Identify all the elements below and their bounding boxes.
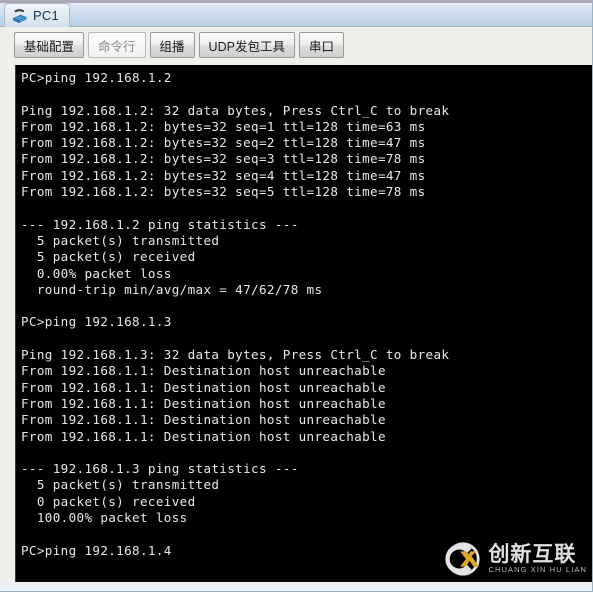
terminal-line: From 192.168.1.1: Destination host unrea… (21, 379, 386, 395)
terminal-line: 0.00% packet loss (21, 265, 172, 281)
window-title-text: PC1 (33, 8, 59, 23)
terminal-line: Ping 192.168.1.2: 32 data bytes, Press C… (21, 102, 450, 118)
window-title-tab[interactable]: PC1 (4, 3, 70, 27)
terminal-line: From 192.168.1.2: bytes=32 seq=3 ttl=128… (21, 151, 426, 167)
window-bottom-strip (0, 582, 592, 591)
tab-command-line[interactable]: 命令行 (88, 32, 146, 58)
terminal-line: round-trip min/avg/max = 47/62/78 ms (21, 281, 323, 297)
tab-multicast[interactable]: 组播 (149, 32, 195, 58)
terminal-line: 5 packet(s) transmitted (21, 477, 220, 493)
terminal-line: From 192.168.1.2: bytes=32 seq=1 ttl=128… (21, 118, 426, 134)
tab-strip: 基础配置 命令行 组播 UDP发包工具 串口 (0, 27, 592, 64)
terminal-line: 0 packet(s) received (21, 493, 196, 509)
terminal-frame: PC>ping 192.168.1.2 Ping 192.168.1.2: 32… (0, 62, 592, 584)
terminal-line: From 192.168.1.1: Destination host unrea… (21, 363, 386, 379)
terminal-line: 5 packet(s) transmitted (21, 232, 220, 248)
watermark-pinyin: CHUANG XIN HU LIAN (488, 565, 587, 574)
terminal-line: PC>ping 192.168.1.4 (21, 542, 172, 558)
terminal-line: PC>ping 192.168.1.2 (21, 70, 172, 85)
tab-basic-config[interactable]: 基础配置 (14, 32, 85, 58)
terminal-line: 5 packet(s) received (21, 249, 196, 265)
terminal-line: --- 192.168.1.2 ping statistics --- (21, 216, 299, 232)
tab-label: 串口 (308, 39, 334, 54)
tab-serial-port[interactable]: 串口 (298, 32, 344, 58)
pc-device-icon (12, 8, 27, 23)
terminal-line: PC>ping 192.168.1.3 (21, 314, 172, 330)
tab-strip-inner: 基础配置 命令行 组播 UDP发包工具 串口 (14, 32, 348, 58)
terminal-console[interactable]: PC>ping 192.168.1.2 Ping 192.168.1.2: 32… (15, 65, 592, 582)
tab-label: 组播 (159, 39, 185, 54)
terminal-line: From 192.168.1.2: bytes=32 seq=2 ttl=128… (21, 135, 426, 151)
terminal-line: From 192.168.1.1: Destination host unrea… (21, 395, 386, 411)
tab-udp-packet-tool[interactable]: UDP发包工具 (198, 32, 295, 58)
tab-label: 命令行 (98, 39, 136, 54)
tab-label: 基础配置 (24, 39, 75, 54)
pc1-console-window: PC1 基础配置 命令行 组播 UDP发包工具 串口 PC>ping 192.1… (0, 0, 593, 592)
terminal-line: From 192.168.1.2: bytes=32 seq=5 ttl=128… (21, 184, 426, 200)
terminal-line: --- 192.168.1.3 ping statistics --- (21, 461, 299, 477)
terminal-line: From 192.168.1.1: Destination host unrea… (21, 412, 386, 428)
terminal-line: From 192.168.1.2: bytes=32 seq=4 ttl=128… (21, 167, 426, 183)
window-titlebar: PC1 (0, 0, 592, 27)
terminal-line: 100.00% packet loss (21, 510, 188, 526)
terminal-line: From 192.168.1.1: Destination host unrea… (21, 428, 386, 444)
tab-label: UDP发包工具 (208, 39, 285, 54)
terminal-output: PC>ping 192.168.1.2 Ping 192.168.1.2: 32… (21, 70, 592, 559)
terminal-line: Ping 192.168.1.3: 32 data bytes, Press C… (21, 347, 450, 363)
